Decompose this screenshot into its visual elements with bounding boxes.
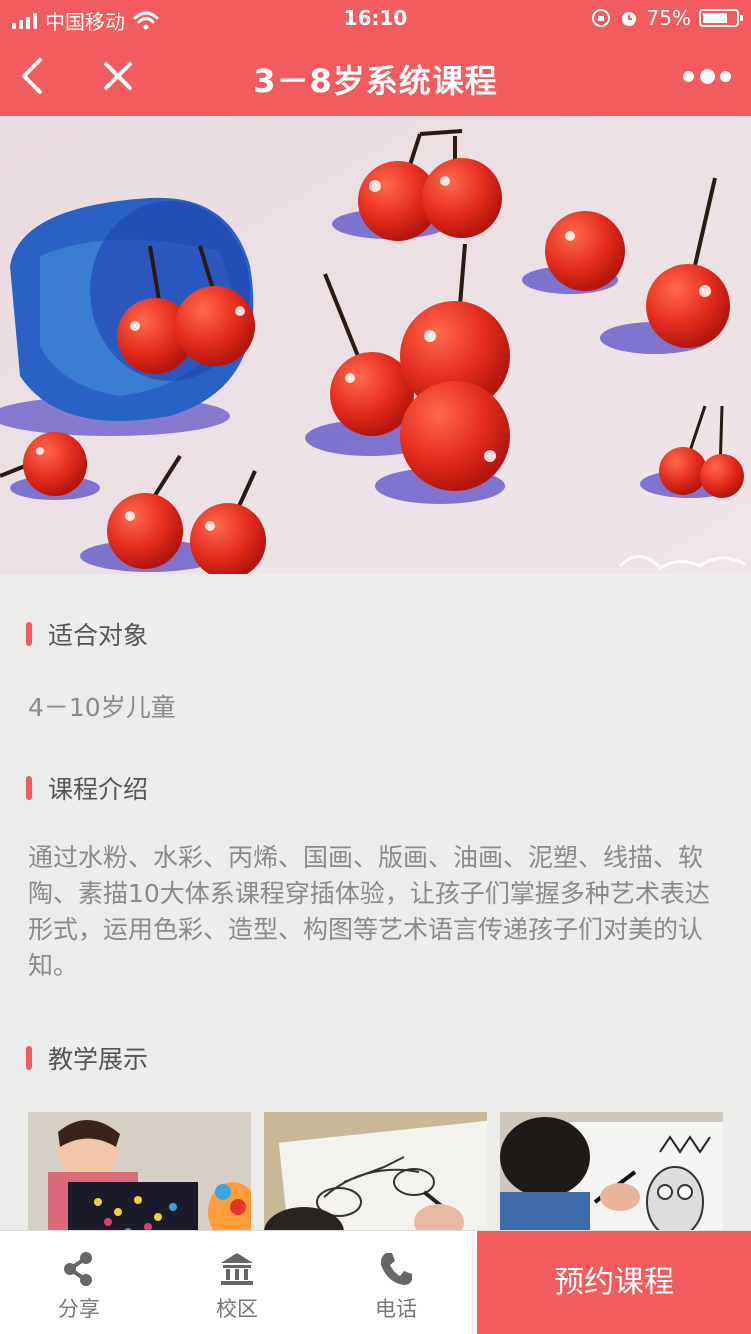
phone-button[interactable]: 电话 — [317, 1231, 475, 1334]
phone-icon — [380, 1253, 412, 1285]
audience-text: 4－10岁儿童 — [28, 693, 176, 722]
intro-text: 通过水粉、水彩、丙烯、国画、版画、油画、泥塑、线描、软陶、素描10大体系课程穿插… — [28, 843, 710, 980]
section-marker — [26, 622, 32, 646]
section-header-intro: 课程介绍 — [26, 770, 148, 806]
showcase-photo-3[interactable] — [500, 1112, 723, 1230]
page-title: 3－8岁系统课程 — [253, 62, 498, 100]
phone-label: 电话 — [375, 1297, 417, 1321]
section-title: 教学展示 — [48, 1045, 149, 1074]
section-header-showcase: 教学展示 — [26, 1040, 148, 1076]
campus-label: 校区 — [216, 1297, 258, 1321]
share-icon — [64, 1252, 92, 1286]
status-bar: 中国移动 16:10 75% — [0, 0, 751, 36]
top-header: 中国移动 16:10 75% 3－8岁系统课程 — [0, 0, 751, 116]
orientation-lock-icon — [591, 9, 610, 27]
share-label: 分享 — [58, 1297, 100, 1321]
showcase-photo-2[interactable] — [264, 1112, 487, 1230]
share-button[interactable]: 分享 — [0, 1231, 158, 1334]
battery-fill — [703, 13, 727, 23]
hero-painting-image — [0, 116, 751, 574]
more-icon[interactable] — [683, 66, 731, 86]
campus-building-icon — [221, 1253, 253, 1285]
section-header-audience: 适合对象 — [26, 616, 148, 652]
section-marker — [26, 776, 32, 800]
battery-icon — [699, 9, 743, 27]
section-title: 适合对象 — [48, 621, 149, 650]
nav-bar: 3－8岁系统课程 — [0, 36, 751, 116]
bottom-action-bar: 分享 校区 电话 预约课程 — [0, 1230, 751, 1334]
battery-percent: 75% — [646, 6, 691, 30]
section-marker — [26, 1046, 32, 1070]
showcase-photo-1[interactable] — [28, 1112, 251, 1230]
book-course-button[interactable]: 预约课程 — [477, 1231, 751, 1334]
campus-button[interactable]: 校区 — [158, 1231, 316, 1334]
course-details: 适合对象 4－10岁儿童 课程介绍 通过水粉、水彩、丙烯、国画、版画、油画、泥塑… — [0, 574, 751, 1230]
section-title: 课程介绍 — [48, 775, 149, 804]
alarm-icon — [621, 12, 636, 26]
